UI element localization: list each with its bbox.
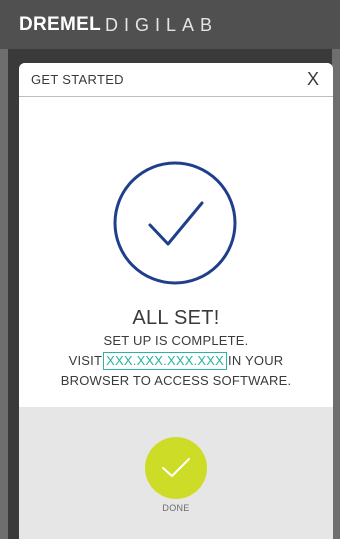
visit-suffix: IN YOUR	[228, 353, 284, 368]
check-circle-icon	[110, 158, 240, 288]
done-button[interactable]	[145, 437, 207, 499]
check-icon	[162, 458, 190, 477]
dialog-title: GET STARTED	[31, 72, 124, 87]
right-background-gutter	[332, 49, 340, 539]
visit-line: VISIT XXX.XXX.XXX.XXX IN YOUR	[19, 352, 333, 370]
dremel-digilab-logo: DREMEL DIGILAB	[19, 13, 218, 37]
close-button[interactable]: X	[303, 67, 323, 91]
brand-strong: DREMEL	[19, 14, 102, 35]
top-brand-bar: DREMEL DIGILAB	[0, 0, 340, 49]
setup-complete-text: SET UP IS COMPLETE.	[103, 333, 249, 348]
dialog-footer: DONE	[19, 407, 333, 539]
ip-address-link[interactable]: XXX.XXX.XXX.XXX	[103, 352, 228, 370]
all-set-heading: ALL SET!	[132, 307, 220, 329]
left-background-gutter	[0, 49, 8, 539]
dialog-header: GET STARTED X	[19, 63, 333, 97]
get-started-dialog: GET STARTED X ALL SET! SET UP IS COMPLET…	[19, 63, 333, 539]
brand-light: DIGILAB	[105, 14, 219, 35]
done-label: DONE	[162, 503, 190, 513]
visit-prefix: VISIT	[68, 353, 103, 368]
browser-access-text: BROWSER TO ACCESS SOFTWARE.	[60, 373, 292, 388]
